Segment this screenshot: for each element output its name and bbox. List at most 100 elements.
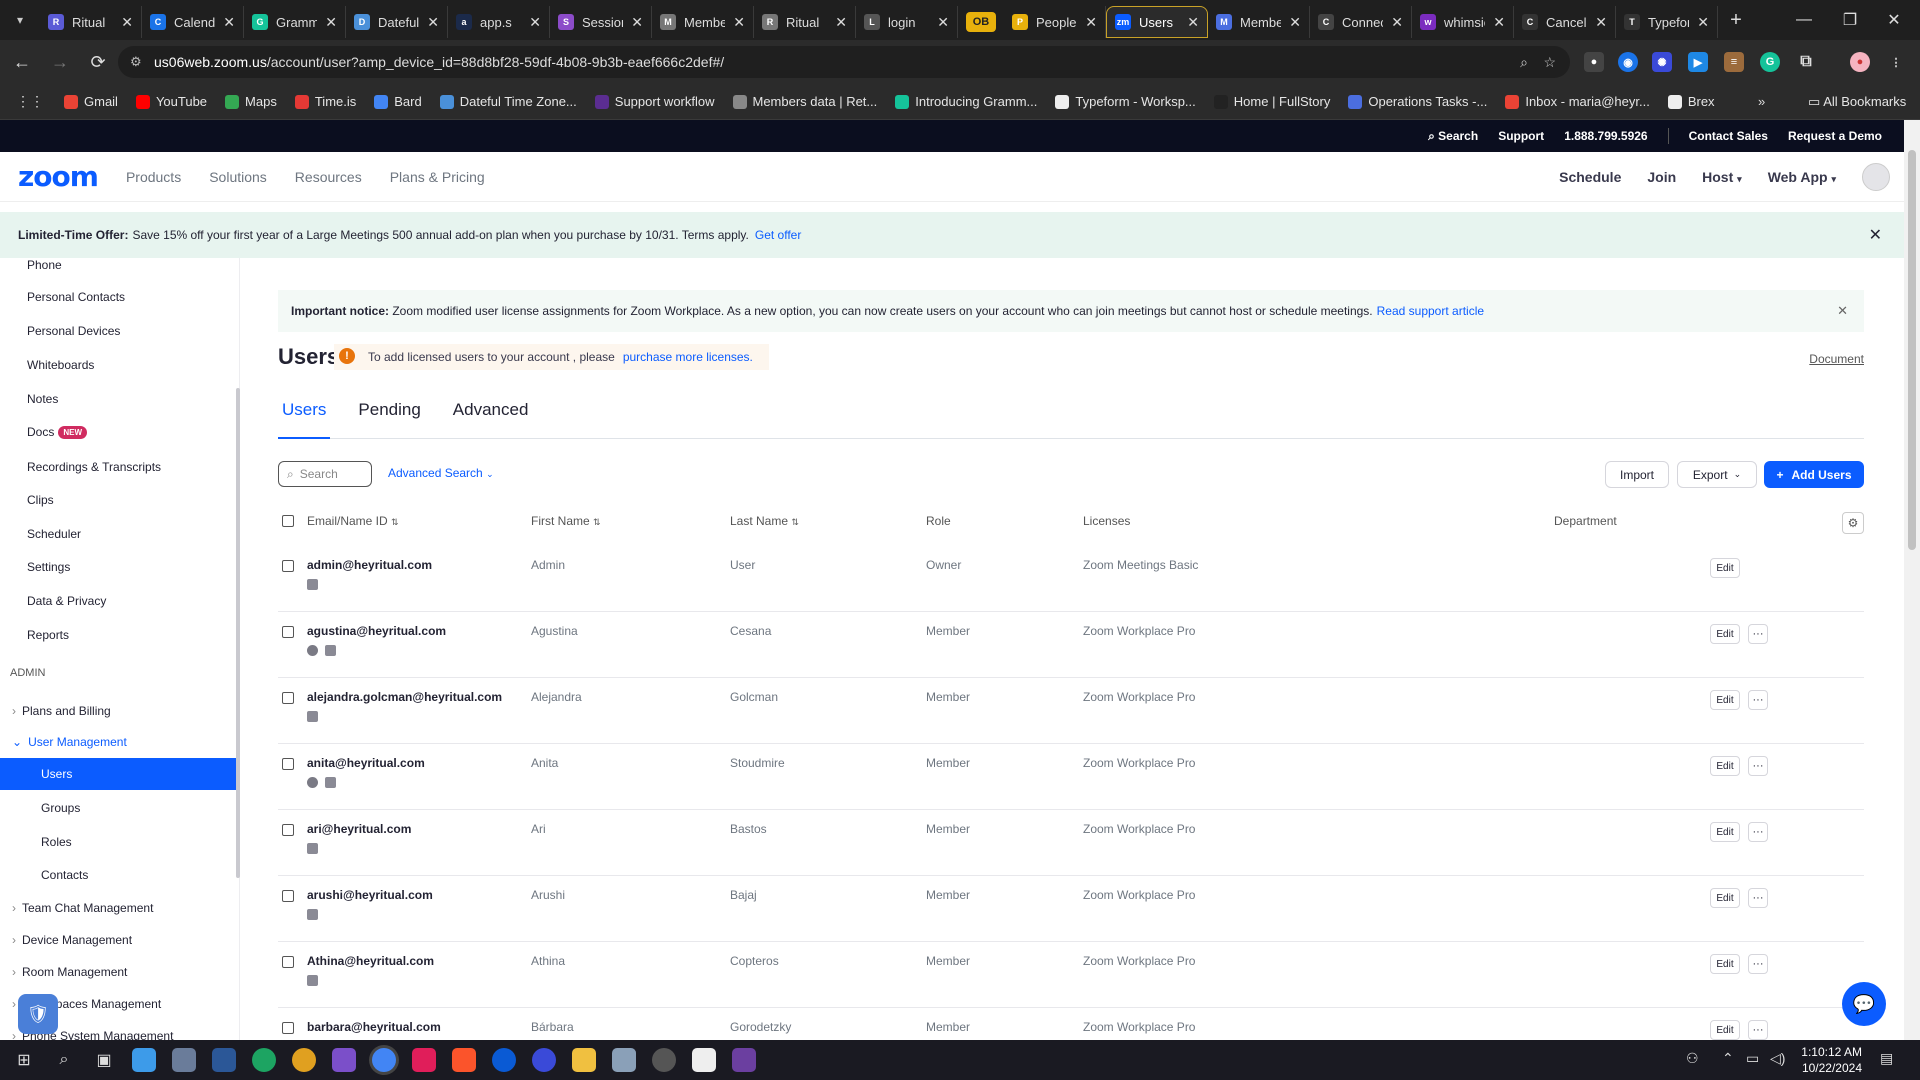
extension-icon-5[interactable]: ≡	[1724, 52, 1744, 72]
tab-close-icon[interactable]: ✕	[223, 14, 235, 31]
schedule-link[interactable]: Schedule	[1559, 169, 1621, 185]
edit-button[interactable]: Edit	[1710, 690, 1740, 710]
col-first-name[interactable]: First Name ⇅	[531, 514, 601, 528]
site-info-icon[interactable]: ⚙	[130, 54, 142, 70]
export-button[interactable]: Export ⌄	[1677, 461, 1757, 488]
notion-app-icon[interactable]	[692, 1048, 716, 1072]
sidebar-item-data-privacy[interactable]: Data & Privacy	[27, 594, 106, 608]
sidebar-item-users[interactable]: Users	[0, 758, 236, 790]
tab-close-icon[interactable]: ✕	[1391, 14, 1403, 31]
brave-app-icon[interactable]	[452, 1048, 476, 1072]
browser-tab[interactable]: Llogin ✕	[856, 6, 958, 38]
sidebar-item-personal-contacts[interactable]: Personal Contacts	[27, 290, 125, 304]
tab-close-icon[interactable]: ✕	[1187, 14, 1199, 31]
sidebar-item-recordings[interactable]: Recordings & Transcripts	[27, 460, 161, 474]
bookmark-item[interactable]: Members data | Ret...	[732, 94, 877, 109]
browser-tab[interactable]: C Connect ✕	[1310, 6, 1412, 38]
tab-close-icon[interactable]: ✕	[529, 14, 541, 31]
windows-start-icon[interactable]: ⊞	[4, 1040, 44, 1080]
more-options-icon[interactable]: ···	[1748, 690, 1768, 710]
row-checkbox[interactable]	[282, 890, 294, 902]
network-icon[interactable]: ▭	[1746, 1050, 1759, 1067]
bookmark-item[interactable]: Brex	[1667, 94, 1715, 109]
edit-button[interactable]: Edit	[1710, 822, 1740, 842]
sidebar-item-whiteboards[interactable]: Whiteboards	[27, 358, 94, 372]
sidebar-item-room-management[interactable]: › Room Management	[12, 965, 127, 979]
more-options-icon[interactable]: ···	[1748, 624, 1768, 644]
row-checkbox[interactable]	[282, 956, 294, 968]
browser-tab[interactable]: P People ✕	[1004, 6, 1106, 38]
tab-close-icon[interactable]: ✕	[121, 14, 133, 31]
col-email[interactable]: Email/Name ID ⇅	[307, 514, 399, 528]
tab-close-icon[interactable]: ✕	[1289, 14, 1301, 31]
file-explorer-icon[interactable]	[572, 1048, 596, 1072]
profile-avatar-icon[interactable]: ●	[1850, 52, 1870, 72]
taskbar-app-13[interactable]	[612, 1048, 636, 1072]
join-link[interactable]: Join	[1647, 169, 1676, 185]
chrome-app-icon[interactable]	[252, 1048, 276, 1072]
address-bar[interactable]: ⚙ us06web.zoom.us/account/user?amp_devic…	[118, 46, 1570, 78]
cell-email[interactable]: arushi@heyritual.com	[307, 888, 433, 902]
more-options-icon[interactable]: ···	[1748, 1020, 1768, 1040]
close-icon[interactable]: ✕	[1869, 225, 1882, 245]
edit-button[interactable]: Edit	[1710, 1020, 1740, 1040]
taskbar-app-2[interactable]	[172, 1048, 196, 1072]
cell-email[interactable]: agustina@heyritual.com	[307, 624, 446, 638]
tab-close-icon[interactable]: ✕	[937, 14, 949, 31]
sidebar-item-reports[interactable]: Reports	[27, 628, 69, 642]
purchase-licenses-link[interactable]: purchase more licenses.	[623, 350, 753, 364]
edit-button[interactable]: Edit	[1710, 888, 1740, 908]
web-app-menu[interactable]: Web App ▾	[1768, 169, 1836, 185]
sidebar-item-plans-billing[interactable]: › Plans and Billing	[12, 704, 111, 718]
row-checkbox[interactable]	[282, 626, 294, 638]
sidebar-item-docs[interactable]: Docs NEW	[27, 425, 88, 440]
close-icon[interactable]: ✕	[1837, 303, 1848, 319]
extensions-puzzle-icon[interactable]: ⧉	[1796, 52, 1816, 72]
task-view-icon[interactable]: ▣	[84, 1040, 124, 1080]
tab-close-icon[interactable]: ✕	[427, 14, 439, 31]
import-button[interactable]: Import	[1605, 461, 1669, 488]
support-link[interactable]: Support	[1498, 129, 1544, 143]
search-input[interactable]: ⌕ Search	[278, 461, 372, 487]
shield-icon[interactable]: 🛡	[18, 994, 58, 1034]
bookmarks-overflow-icon[interactable]: »	[1758, 94, 1765, 109]
bookmark-item[interactable]: Introducing Gramm...	[895, 94, 1037, 109]
sidebar-item-device-management[interactable]: › Device Management	[12, 933, 132, 947]
extension-icon-4[interactable]: ▶	[1688, 52, 1708, 72]
read-support-article-link[interactable]: Read support article	[1377, 304, 1484, 318]
sidebar-item-contacts[interactable]: Contacts	[41, 868, 88, 882]
taskbar-app-6[interactable]	[332, 1048, 356, 1072]
top-search-link[interactable]: ⌕ Search	[1428, 129, 1478, 144]
edit-button[interactable]: Edit	[1710, 954, 1740, 974]
browser-tab[interactable]: M Members ✕	[1208, 6, 1310, 38]
more-options-icon[interactable]: ···	[1748, 954, 1768, 974]
browser-tab[interactable]: w whimsical ✕	[1412, 6, 1514, 38]
edit-button[interactable]: Edit	[1710, 624, 1740, 644]
clock[interactable]: 1:10:12 AM 10/22/2024	[1801, 1044, 1862, 1076]
bookmark-item[interactable]: Time.is	[294, 94, 356, 109]
cell-email[interactable]: alejandra.golcman@heyritual.com	[307, 690, 502, 704]
document-link[interactable]: Document	[1809, 352, 1864, 366]
back-icon[interactable]: ←	[6, 46, 38, 78]
bookmark-item[interactable]: Bard	[374, 94, 422, 109]
browser-tab[interactable]: R Ritual ✕	[754, 6, 856, 38]
request-demo-link[interactable]: Request a Demo	[1788, 129, 1882, 143]
tab-close-icon[interactable]: ✕	[1697, 14, 1709, 31]
browser-tab[interactable]: C Cancel ✕	[1514, 6, 1616, 38]
tab-close-icon[interactable]: ✕	[1085, 14, 1097, 31]
forward-icon[interactable]: →	[44, 46, 76, 78]
sidebar-item-settings[interactable]: Settings	[27, 560, 70, 574]
select-all-checkbox[interactable]	[282, 515, 294, 527]
chat-support-icon[interactable]: 💬	[1842, 982, 1886, 1026]
row-checkbox[interactable]	[282, 1022, 294, 1034]
tab-users[interactable]: Users	[278, 396, 331, 439]
sidebar-item-phone[interactable]: Phone	[27, 258, 62, 272]
sidebar-item-user-management[interactable]: ⌄ User Management	[12, 735, 127, 749]
nav-plans-pricing[interactable]: Plans & Pricing	[390, 169, 485, 185]
edit-button[interactable]: Edit	[1710, 756, 1740, 776]
scrollbar-thumb[interactable]	[1908, 150, 1916, 550]
sidebar-item-clips[interactable]: Clips	[27, 493, 54, 507]
taskbar-app-1[interactable]	[132, 1048, 156, 1072]
bookmark-item[interactable]: Typeform - Worksp...	[1055, 94, 1196, 109]
cell-email[interactable]: admin@heyritual.com	[307, 558, 432, 572]
